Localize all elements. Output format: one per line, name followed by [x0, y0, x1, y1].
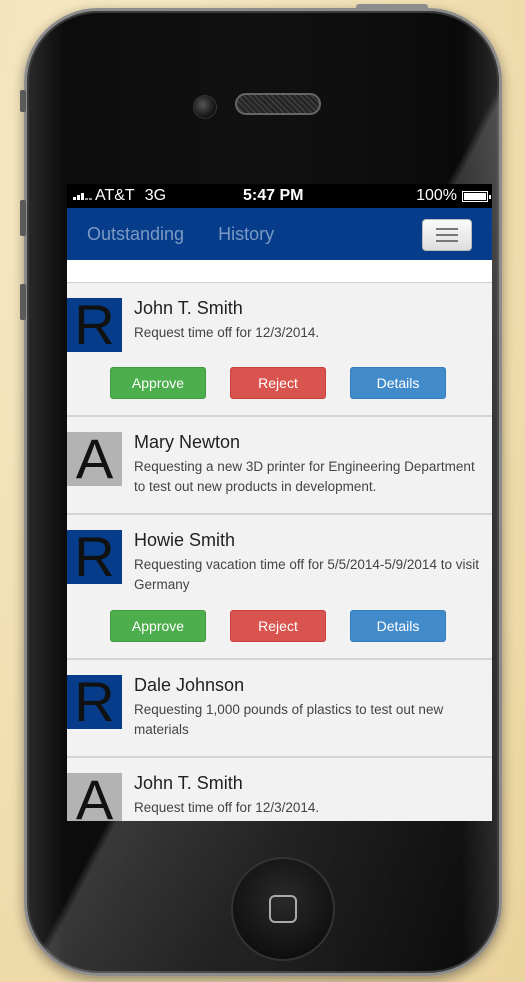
- phone-frame: AT&T 3G 5:47 PM 100% Outstanding History…: [24, 8, 502, 976]
- spacer: [67, 260, 492, 282]
- status-bar: AT&T 3G 5:47 PM 100%: [67, 184, 492, 208]
- network-label: 3G: [144, 187, 167, 204]
- carrier-label: AT&T: [95, 187, 135, 204]
- requester-name: Dale Johnson: [134, 675, 245, 695]
- avatar-letter: R: [67, 297, 122, 353]
- request-description: Requesting 1,000 pounds of plastics to t…: [134, 702, 444, 737]
- power-button: [356, 4, 428, 10]
- approve-button[interactable]: Approve: [110, 610, 206, 642]
- top-navbar: Outstanding History: [67, 208, 492, 260]
- volume-down-button: [20, 284, 26, 320]
- home-button[interactable]: [231, 857, 335, 961]
- request-description: Request time off for 12/3/2014.: [134, 325, 320, 340]
- battery-icon: [462, 190, 491, 202]
- tab-history[interactable]: History: [218, 224, 274, 245]
- earpiece-speaker: [235, 93, 321, 115]
- requester-name: Mary Newton: [134, 432, 241, 452]
- list-item[interactable]: A Mary Newton Requesting a new 3D printe…: [67, 417, 492, 515]
- reject-button[interactable]: Reject: [230, 610, 326, 642]
- avatar-letter: A: [67, 772, 122, 821]
- avatar-letter: A: [67, 431, 122, 487]
- avatar-letter: R: [67, 529, 122, 585]
- volume-up-button: [20, 200, 26, 236]
- screen: AT&T 3G 5:47 PM 100% Outstanding History…: [67, 184, 492, 821]
- battery-percent: 100%: [416, 187, 457, 204]
- front-camera: [193, 95, 217, 119]
- home-square-icon: [269, 895, 297, 923]
- requester-name: John T. Smith: [134, 298, 243, 318]
- details-button[interactable]: Details: [350, 610, 446, 642]
- signal-icon: [73, 192, 92, 200]
- action-buttons: Approve Reject Details: [67, 595, 492, 658]
- request-description: Requesting vacation time off for 5/5/201…: [134, 557, 479, 592]
- request-description: Request time off for 12/3/2014.: [134, 800, 320, 815]
- details-button[interactable]: Details: [350, 367, 446, 399]
- requester-name: John T. Smith: [134, 773, 243, 793]
- request-description: Requesting a new 3D printer for Engineer…: [134, 459, 475, 494]
- reject-button[interactable]: Reject: [230, 367, 326, 399]
- avatar-letter: R: [67, 674, 122, 730]
- list-item[interactable]: A John T. Smith Request time off for 12/…: [67, 758, 492, 821]
- hamburger-menu-icon[interactable]: [422, 219, 472, 251]
- list-item[interactable]: R John T. Smith Request time off for 12/…: [67, 283, 492, 417]
- status-time: 5:47 PM: [243, 187, 304, 204]
- requester-name: Howie Smith: [134, 530, 236, 550]
- action-buttons: Approve Reject Details: [67, 352, 492, 415]
- battery-status: 100%: [416, 187, 491, 205]
- list-item[interactable]: R Dale Johnson Requesting 1,000 pounds o…: [67, 660, 492, 758]
- request-list: R John T. Smith Request time off for 12/…: [67, 282, 492, 821]
- list-item[interactable]: R Howie Smith Requesting vacation time o…: [67, 515, 492, 660]
- mute-switch: [20, 90, 26, 112]
- approve-button[interactable]: Approve: [110, 367, 206, 399]
- tab-outstanding[interactable]: Outstanding: [87, 224, 184, 245]
